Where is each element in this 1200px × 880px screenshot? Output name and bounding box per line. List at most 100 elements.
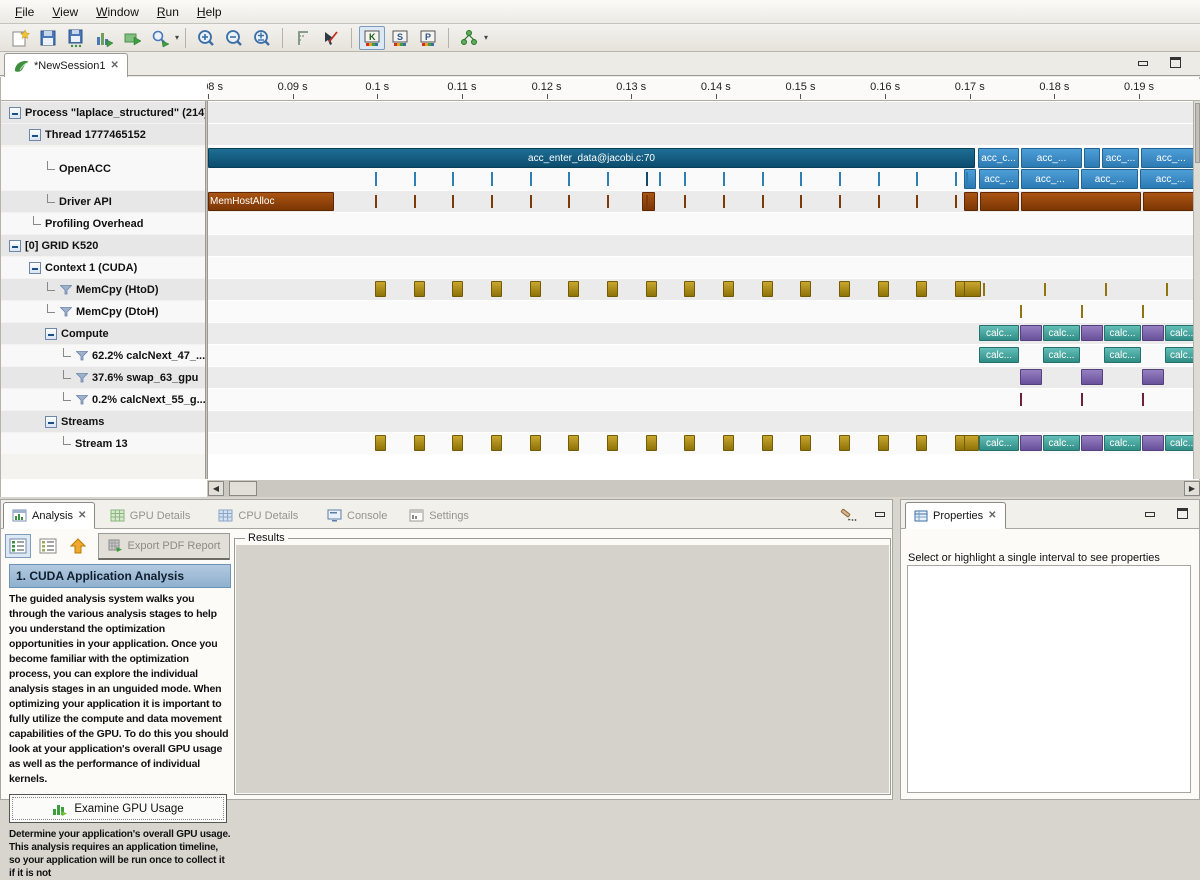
timeline-tick[interactable]: [414, 195, 416, 208]
search-analysis-button[interactable]: [147, 26, 173, 50]
timeline-bar[interactable]: calc...: [1043, 325, 1080, 341]
timeline-bar[interactable]: acc_...: [1081, 169, 1138, 189]
session-tab[interactable]: *NewSession1 ✕: [4, 53, 128, 77]
tree-row-compute[interactable]: Compute: [1, 323, 205, 344]
timeline-bar[interactable]: [530, 281, 541, 297]
timeline-bar[interactable]: acc_...: [1021, 148, 1082, 168]
pencil-icon[interactable]: [839, 508, 857, 522]
scroll-left-button[interactable]: ◀: [208, 481, 224, 496]
timeline-bar[interactable]: [568, 281, 579, 297]
pin-timeline-button[interactable]: [318, 26, 344, 50]
timeline-bar[interactable]: [375, 281, 386, 297]
collapse-toggle[interactable]: [9, 107, 21, 119]
zoom-out-button[interactable]: [221, 26, 247, 50]
timeline-bar[interactable]: calc...: [1104, 325, 1141, 341]
scrollbar-thumb[interactable]: [1195, 103, 1200, 163]
timeline-bar[interactable]: calc...: [1104, 347, 1141, 363]
timeline-tick[interactable]: [800, 172, 802, 186]
timeline-tick[interactable]: [983, 283, 985, 296]
guided-analysis-button[interactable]: [456, 26, 482, 50]
collapse-toggle[interactable]: [45, 328, 57, 340]
timeline-bar[interactable]: [916, 435, 927, 451]
tree-row-dtoh[interactable]: MemCpy (DtoH): [1, 301, 205, 322]
tree-row-calc62[interactable]: 62.2% calcNext_47_...: [1, 345, 205, 366]
chevron-down-icon[interactable]: ▾: [484, 33, 488, 42]
menu-item-window[interactable]: Window: [87, 2, 148, 22]
timeline-tick[interactable]: [452, 195, 454, 208]
timeline-bar[interactable]: [414, 281, 425, 297]
timeline-bar[interactable]: calc...: [1165, 435, 1193, 451]
up-level-button[interactable]: [65, 534, 91, 558]
timeline-tick[interactable]: [1142, 393, 1144, 406]
timeline-tick[interactable]: [607, 172, 609, 186]
timeline-tick[interactable]: [762, 172, 764, 186]
kernel-view-toggle[interactable]: K: [359, 26, 385, 50]
timeline-bar[interactable]: [964, 281, 981, 297]
collapse-toggle[interactable]: [29, 262, 41, 274]
timeline-bar[interactable]: calc...: [979, 347, 1019, 363]
timeline-tick[interactable]: [646, 172, 648, 186]
timeline-bar[interactable]: [568, 435, 579, 451]
timeline-bar[interactable]: calc...: [979, 325, 1019, 341]
tab-cpu-details[interactable]: CPU Details: [210, 502, 306, 529]
close-icon[interactable]: ✕: [111, 60, 119, 71]
maximize-icon[interactable]: [1173, 508, 1191, 522]
tree-row-stream13[interactable]: Stream 13: [1, 433, 205, 454]
timeline-tick[interactable]: [723, 195, 725, 208]
unguided-mode-button[interactable]: [35, 534, 61, 558]
timeline-bar[interactable]: [1020, 369, 1042, 385]
timeline-tick[interactable]: [878, 172, 880, 186]
timeline-bar[interactable]: [1081, 325, 1103, 341]
timeline-bar[interactable]: [964, 435, 979, 451]
tree-row-thread[interactable]: Thread 1777465152: [1, 124, 205, 145]
tab-analysis[interactable]: Analysis✕: [3, 502, 95, 529]
timeline-bar[interactable]: [375, 435, 386, 451]
timeline-bar[interactable]: calc...: [1165, 347, 1193, 363]
chevron-down-icon[interactable]: ▾: [175, 33, 179, 42]
timeline-bar[interactable]: [762, 435, 773, 451]
timeline-bar[interactable]: MemHostAlloc: [208, 192, 334, 211]
timeline-bar[interactable]: [452, 281, 463, 297]
timeline-bar[interactable]: [1143, 192, 1193, 211]
tab-settings[interactable]: Settings: [401, 502, 477, 529]
timeline-bar[interactable]: acc_...: [979, 169, 1019, 189]
timeline-bar[interactable]: [1142, 435, 1164, 451]
minimize-icon[interactable]: [871, 508, 889, 522]
menu-item-run[interactable]: Run: [148, 2, 188, 22]
timeline-tick[interactable]: [762, 195, 764, 208]
timeline-tick[interactable]: [723, 172, 725, 186]
timeline-tick[interactable]: [530, 172, 532, 186]
timeline-bar[interactable]: [839, 435, 850, 451]
timeline-bar[interactable]: [980, 192, 1019, 211]
timeline-bar[interactable]: acc_...: [1140, 169, 1193, 189]
timeline-tick[interactable]: [916, 172, 918, 186]
timeline-tick[interactable]: [839, 172, 841, 186]
timeline-tick[interactable]: [491, 172, 493, 186]
vertical-scrollbar[interactable]: [1193, 101, 1200, 479]
timeline-bar[interactable]: acc_...: [1021, 169, 1079, 189]
tree-row-openacc[interactable]: OpenACC: [1, 147, 205, 190]
timeline-bar[interactable]: [723, 435, 734, 451]
timeline-bar[interactable]: [491, 435, 502, 451]
menu-item-view[interactable]: View: [43, 2, 87, 22]
run-analysis-button[interactable]: [119, 26, 145, 50]
menu-item-help[interactable]: Help: [188, 2, 231, 22]
timeline-bar[interactable]: [491, 281, 502, 297]
tab-gpu-details[interactable]: GPU Details: [102, 502, 199, 529]
scrollbar-thumb[interactable]: [229, 481, 257, 496]
timeline-tick[interactable]: [800, 195, 802, 208]
timeline-tick[interactable]: [607, 195, 609, 208]
tree-row-streams[interactable]: Streams: [1, 411, 205, 432]
measure-ruler-button[interactable]: [290, 26, 316, 50]
export-pdf-button[interactable]: Export PDF Report: [98, 533, 230, 560]
zoom-in-button[interactable]: [193, 26, 219, 50]
timeline-bar[interactable]: [762, 281, 773, 297]
save-all-button[interactable]: [63, 26, 89, 50]
examine-gpu-usage-button[interactable]: Examine GPU Usage: [9, 794, 227, 823]
timeline-bar[interactable]: [530, 435, 541, 451]
timeline-bar[interactable]: [1081, 369, 1103, 385]
timeline-bar[interactable]: calc...: [1165, 325, 1193, 341]
timeline-bar[interactable]: [414, 435, 425, 451]
new-session-button[interactable]: [7, 26, 33, 50]
timeline-bar[interactable]: [964, 192, 978, 211]
